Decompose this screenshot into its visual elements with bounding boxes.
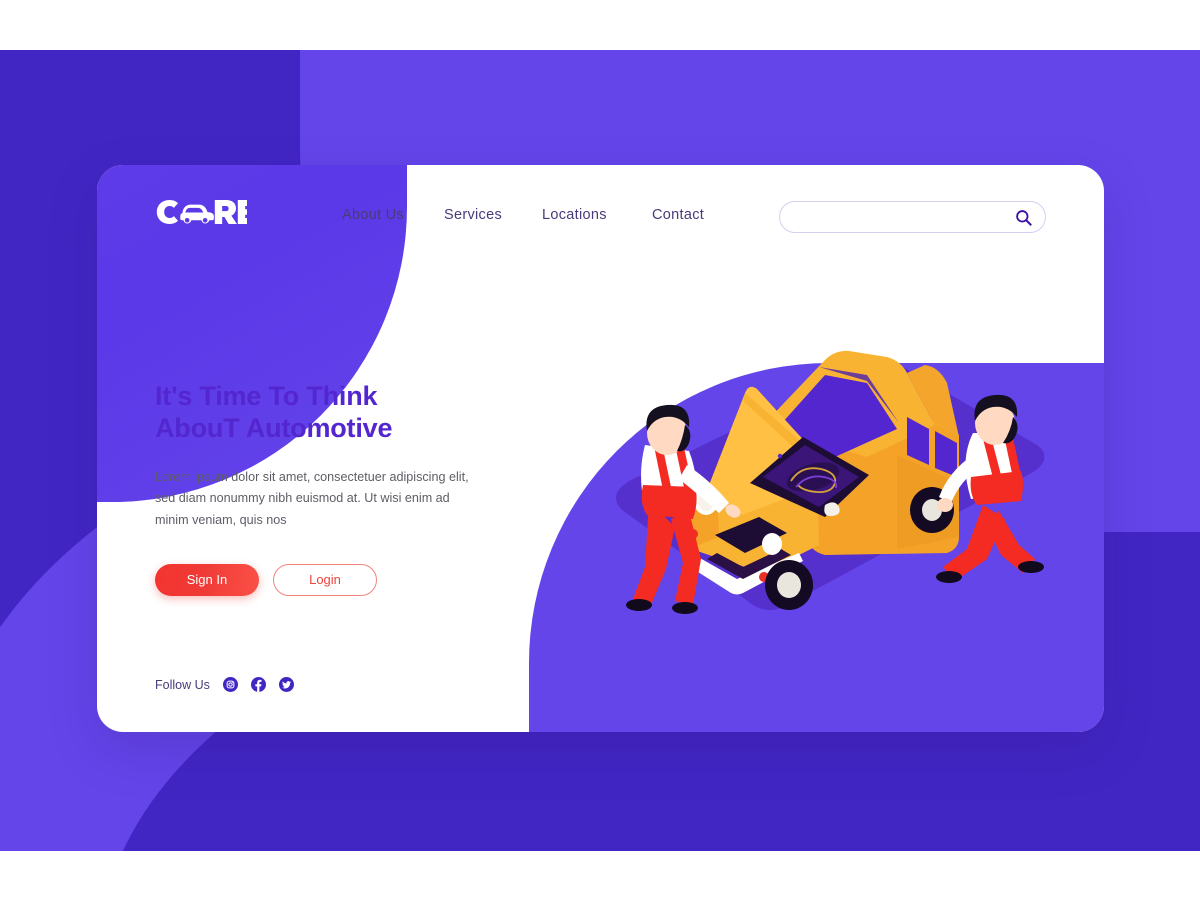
hero-cta-row: Sign In Login <box>155 563 515 596</box>
site-header: About Us Services Locations Contact <box>97 165 1104 265</box>
search-input[interactable] <box>796 209 1014 225</box>
search-bar[interactable] <box>779 201 1046 233</box>
nav-item-locations[interactable]: Locations <box>542 203 652 227</box>
instagram-icon[interactable] <box>222 677 238 692</box>
page-root: About Us Services Locations Contact It's… <box>0 0 1200 900</box>
main-navigation: About Us Services Locations Contact <box>342 203 754 227</box>
facebook-icon[interactable] <box>250 677 266 692</box>
logo[interactable] <box>155 197 255 231</box>
hero-content: It's Time To Think AbouT Automotive Lore… <box>155 380 515 596</box>
search-icon[interactable] <box>1014 208 1033 227</box>
hero-title-line-2: AbouT Automotive <box>155 413 393 444</box>
hero-title-line-1: It's Time To Think <box>155 381 378 411</box>
login-button[interactable]: Login <box>273 563 377 596</box>
hero-card: About Us Services Locations Contact It's… <box>97 165 1104 732</box>
follow-us-row: Follow Us <box>155 677 294 692</box>
sign-in-button[interactable]: Sign In <box>155 563 259 596</box>
isometric-car-repair-illustration <box>567 305 1067 645</box>
twitter-icon[interactable] <box>278 677 294 692</box>
nav-item-services[interactable]: Services <box>444 203 542 227</box>
follow-us-label: Follow Us <box>155 677 210 692</box>
hero-body-text: Lorem ipsum dolor sit amet, consectetuer… <box>155 469 469 528</box>
logo-core-icon <box>156 200 255 224</box>
nav-item-contact[interactable]: Contact <box>652 203 754 227</box>
page-title: It's Time To Think AbouT Automotive <box>155 380 515 445</box>
nav-item-about-us[interactable]: About Us <box>342 203 444 227</box>
